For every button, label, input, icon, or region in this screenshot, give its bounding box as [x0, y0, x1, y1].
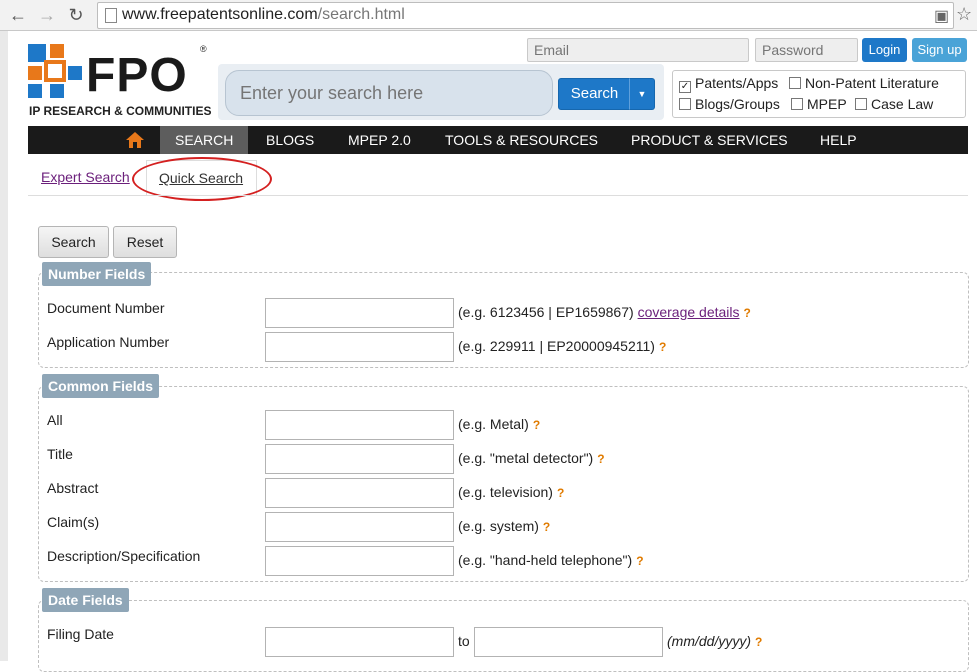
application-number-hint: (e.g. 229911 | EP20000945211)? — [458, 338, 667, 354]
checkbox-icon[interactable] — [789, 77, 801, 89]
url-path: /search.html — [317, 6, 405, 23]
checkbox-icon[interactable] — [679, 98, 691, 110]
nav-product-services[interactable]: PRODUCT & SERVICES — [631, 126, 788, 154]
claims-label: Claim(s) — [47, 514, 100, 530]
description-hint: (e.g. "hand-held telephone")? — [458, 552, 644, 568]
help-icon[interactable]: ? — [744, 306, 751, 320]
filing-date-to-label: to — [458, 633, 470, 649]
document-number-input[interactable] — [265, 298, 454, 328]
help-icon[interactable]: ? — [597, 452, 604, 466]
nav-tools-resources[interactable]: TOOLS & RESOURCES — [445, 126, 598, 154]
help-icon[interactable]: ? — [755, 635, 762, 649]
tab-divider — [28, 195, 968, 196]
title-label: Title — [47, 446, 73, 462]
search-dropdown-icon[interactable]: ▼ — [629, 78, 655, 110]
filter-non-patent-literature[interactable]: Non-Patent Literature — [789, 75, 939, 91]
checkbox-checked-icon[interactable]: ✓ — [679, 81, 691, 93]
description-input[interactable] — [265, 546, 454, 576]
document-number-label: Document Number — [47, 300, 165, 316]
search-submit-button[interactable]: Search — [38, 226, 109, 258]
number-fields-legend: Number Fields — [42, 262, 152, 286]
page-gutter — [0, 31, 8, 661]
date-fields-legend: Date Fields — [42, 588, 129, 612]
checkbox-icon[interactable] — [855, 98, 867, 110]
login-button[interactable]: Login — [862, 38, 907, 62]
filter-case-law[interactable]: Case Law — [855, 96, 933, 112]
claims-hint: (e.g. system)? — [458, 518, 551, 534]
logo-registered: ® — [200, 44, 207, 54]
filing-date-label: Filing Date — [47, 626, 114, 642]
filter-patents-apps[interactable]: ✓ Patents/Apps — [679, 75, 778, 93]
search-button[interactable]: Search — [558, 78, 631, 110]
address-bar[interactable]: www.freepatentsonline.com/search.html — [97, 2, 954, 29]
filter-mpep[interactable]: MPEP — [791, 96, 847, 112]
fpo-logo[interactable]: FPO ® IP RESEARCH & COMMUNITIES — [28, 42, 212, 122]
common-fields-legend: Common Fields — [42, 374, 160, 398]
help-icon[interactable]: ? — [533, 418, 540, 432]
help-icon[interactable]: ? — [636, 554, 643, 568]
main-nav: SEARCH BLOGS MPEP 2.0 TOOLS & RESOURCES … — [28, 126, 968, 154]
help-icon[interactable]: ? — [557, 486, 564, 500]
home-icon[interactable] — [125, 130, 145, 150]
browser-toolbar: ← → ↻ www.freepatentsonline.com/search.h… — [0, 0, 977, 31]
abstract-hint: (e.g. television)? — [458, 484, 565, 500]
filing-date-format-hint: (mm/dd/yyyy)? — [667, 633, 763, 649]
logo-text: FPO — [86, 49, 188, 102]
nav-search[interactable]: SEARCH — [160, 126, 249, 154]
abstract-label: Abstract — [47, 480, 99, 496]
help-icon[interactable]: ? — [659, 340, 666, 354]
all-hint: (e.g. Metal)? — [458, 416, 541, 432]
search-input[interactable] — [225, 70, 553, 116]
help-icon[interactable]: ? — [543, 520, 550, 534]
all-label: All — [47, 412, 63, 428]
password-field[interactable] — [755, 38, 858, 62]
reload-icon[interactable]: ↻ — [66, 5, 86, 25]
logo-mark-icon — [28, 44, 82, 98]
tab-expert-search[interactable]: Expert Search — [41, 169, 130, 185]
nav-help[interactable]: HELP — [820, 126, 857, 154]
all-input[interactable] — [265, 410, 454, 440]
back-icon[interactable]: ← — [8, 5, 28, 25]
abstract-input[interactable] — [265, 478, 454, 508]
page-icon — [105, 8, 117, 23]
application-number-label: Application Number — [47, 334, 170, 350]
nav-mpep[interactable]: MPEP 2.0 — [348, 126, 411, 154]
signup-button[interactable]: Sign up — [912, 38, 967, 62]
description-label: Description/Specification — [47, 548, 201, 564]
application-number-input[interactable] — [265, 332, 454, 362]
document-number-hint: (e.g. 6123456 | EP1659867) coverage deta… — [458, 304, 751, 320]
logo-tagline: IP RESEARCH & COMMUNITIES — [29, 104, 212, 118]
filter-blogs-groups[interactable]: Blogs/Groups — [679, 96, 780, 112]
forward-icon[interactable]: → — [37, 5, 57, 25]
filing-date-to-input[interactable] — [474, 627, 663, 657]
star-icon[interactable]: ☆ — [956, 4, 972, 25]
nav-blogs[interactable]: BLOGS — [266, 126, 314, 154]
title-hint: (e.g. "metal detector")? — [458, 450, 605, 466]
translate-icon[interactable]: ▣ — [934, 6, 949, 26]
reset-button[interactable]: Reset — [113, 226, 177, 258]
url-host: www.freepatentsonline.com — [122, 6, 318, 23]
coverage-details-link[interactable]: coverage details — [638, 304, 740, 320]
claims-input[interactable] — [265, 512, 454, 542]
checkbox-icon[interactable] — [791, 98, 803, 110]
filing-date-from-input[interactable] — [265, 627, 454, 657]
search-scope-filters: ✓ Patents/Apps Non-Patent Literature Blog… — [672, 70, 966, 118]
title-input[interactable] — [265, 444, 454, 474]
email-field[interactable] — [527, 38, 749, 62]
